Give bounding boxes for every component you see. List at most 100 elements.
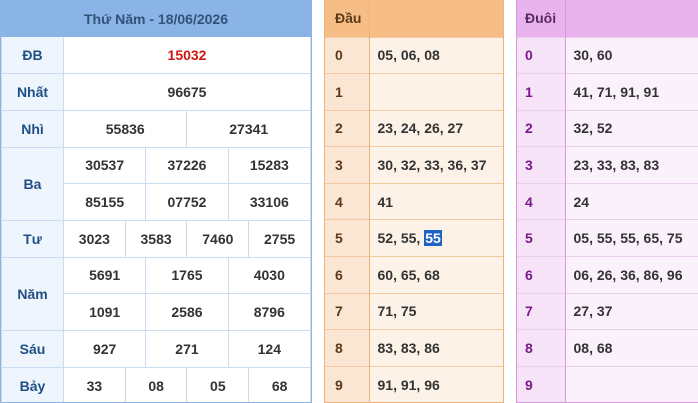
duoi-digit: 1 [517,73,566,111]
dau-values: 91, 91, 96 [369,365,503,402]
prize-row-nhi: Nhì 55836 27341 [1,109,311,148]
prize-value: 1091 [62,293,147,331]
results-title: Thứ Năm - 18/06/2026 [1,0,311,37]
duoi-values: 32, 52 [565,109,698,147]
prize-value: 37226 [145,146,229,185]
special-prize-value: 15032 [63,37,311,75]
dau-values: 83, 83, 86 [369,329,503,367]
duoi-row: 6 06, 26, 36, 86, 96 [517,256,698,294]
duoi-digit: 5 [517,219,566,257]
prize-value: 55836 [62,109,188,148]
duoi-digit: 7 [517,292,566,330]
prize-label: Tư [1,219,64,258]
dau-digit: 8 [325,329,370,367]
prize-value: 15283 [227,146,311,185]
duoi-digit: 9 [517,365,566,402]
dau-digit: 2 [325,109,370,147]
duoi-row: 0 30, 60 [517,36,698,74]
prize-value: 68 [248,366,311,402]
duoi-row: 3 23, 33, 83, 83 [517,146,698,184]
prize-row-nam: Năm 5691 1765 4030 [1,256,311,332]
prize-label: ĐB [1,37,64,75]
duoi-row: 4 24 [517,182,698,220]
prize-value: 07752 [145,183,229,221]
duoi-row: 8 08, 68 [517,329,698,367]
duoi-row: 1 41, 71, 91, 91 [517,73,698,111]
prize-label: Năm [1,256,64,332]
dau-digit: 5 [325,219,370,257]
dau-values: 52, 55, 55 [369,219,503,257]
dau-values: 41 [369,182,503,220]
prize-value: 96675 [63,73,311,111]
dau-row: 1 [325,73,503,111]
duoi-header-values [565,0,698,37]
dau-row: 8 83, 83, 86 [325,329,503,367]
prize-value: 1765 [145,256,229,295]
dau-values: 60, 65, 68 [369,256,503,294]
prize-value: 3583 [124,219,188,258]
dau-header: Đầu [325,0,370,37]
duoi-values: 24 [565,182,698,220]
duoi-panel: Đuôi 0 30, 60 1 41, 71, 91, 91 2 32, 52 3 23… [516,0,698,403]
dau-digit: 6 [325,256,370,294]
dau-table: Đầu 0 05, 06, 08 1 2 23, 24, 26, 27 3 30, 3… [325,0,503,402]
prize-value: 30537 [62,146,147,185]
dau-digit: 3 [325,146,370,184]
prize-value: 5691 [62,256,147,295]
dau-header-values [369,0,503,37]
dau-values: 30, 32, 33, 36, 37 [369,146,503,184]
dau-digit: 7 [325,292,370,330]
prize-value: 05 [186,366,250,402]
prize-value: 4030 [227,256,311,295]
duoi-values: 05, 55, 55, 65, 75 [565,219,698,257]
prize-row-ba: Ba 30537 37226 15283 [1,146,311,221]
dau-digit: 9 [325,365,370,402]
prize-value: 271 [145,330,229,368]
prize-row-tu: Tư 3023 3583 7460 2755 [1,219,311,258]
prize-label: Bảy [1,366,64,402]
results-panel: Thứ Năm - 18/06/2026 ĐB 15032 Nhất 96675… [0,0,312,403]
highlighted-number[interactable]: 55 [424,230,442,247]
duoi-values: 30, 60 [565,36,698,74]
dau-values: 71, 75 [369,292,503,330]
prize-label: Sáu [1,330,64,368]
dau-row: 2 23, 24, 26, 27 [325,109,503,147]
dau-digit: 0 [325,36,370,74]
prize-row-sau: Sáu 927 271 124 [1,330,311,368]
duoi-values: 23, 33, 83, 83 [565,146,698,184]
prize-row-bay: Bảy 33 08 05 68 [1,366,311,402]
prize-label: Ba [1,146,64,221]
prize-value: 33106 [227,183,311,221]
duoi-digit: 2 [517,109,566,147]
prize-value: 2755 [248,219,311,258]
duoi-values: 41, 71, 91, 91 [565,73,698,111]
dau-row: 4 41 [325,182,503,220]
dau-row: 6 60, 65, 68 [325,256,503,294]
duoi-digit: 6 [517,256,566,294]
prize-value: 124 [227,330,311,368]
duoi-digit: 4 [517,182,566,220]
duoi-row: 2 32, 52 [517,109,698,147]
duoi-digit: 8 [517,329,566,367]
prize-value: 08 [124,366,188,402]
prize-value: 3023 [63,219,126,258]
duoi-table: Đuôi 0 30, 60 1 41, 71, 91, 91 2 32, 52 3 23… [517,0,698,402]
dau-row: 7 71, 75 [325,292,503,330]
duoi-values: 06, 26, 36, 86, 96 [565,256,698,294]
duoi-values: 27, 37 [565,292,698,330]
prize-label: Nhất [1,73,64,111]
duoi-digit: 3 [517,146,566,184]
results-table: Thứ Năm - 18/06/2026 [1,0,311,37]
duoi-row: 9 [517,365,698,402]
dau-values [369,73,503,111]
prize-value: 927 [62,330,147,368]
prize-value: 33 [63,366,126,402]
duoi-row: 7 27, 37 [517,292,698,330]
prize-value: 27341 [186,109,311,148]
dau-row: 0 05, 06, 08 [325,36,503,74]
duoi-values: 08, 68 [565,329,698,367]
duoi-digit: 0 [517,36,566,74]
prize-label: Nhì [1,109,64,148]
prize-value: 8796 [227,293,311,331]
prize-value: 85155 [62,183,147,221]
